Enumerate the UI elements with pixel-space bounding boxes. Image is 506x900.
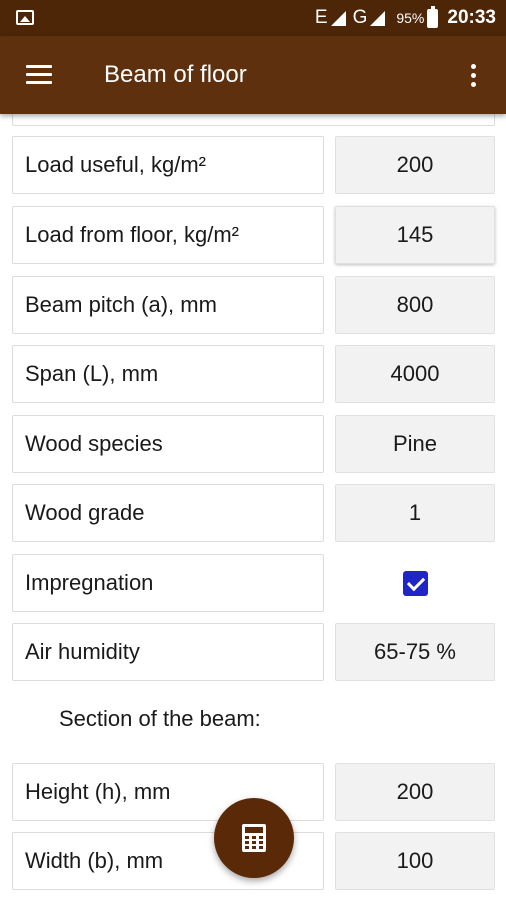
hamburger-menu-icon[interactable] [26, 65, 52, 85]
impregnation-label: Impregnation [12, 554, 324, 612]
gallery-notification-icon [16, 10, 34, 25]
network-type-2: G [352, 7, 368, 28]
battery-icon [427, 5, 439, 28]
calculator-icon [242, 824, 266, 852]
beam-pitch-value[interactable]: 800 [335, 276, 495, 334]
battery-percent: 95% [396, 10, 425, 26]
app-bar: Beam of floor [0, 36, 506, 114]
air-humidity-label: Air humidity [12, 623, 324, 681]
load-useful-value[interactable]: 200 [335, 136, 495, 194]
signal-icon [370, 10, 386, 26]
load-from-floor-value[interactable]: 145 [335, 206, 495, 264]
height-value[interactable]: 200 [335, 763, 495, 821]
wood-species-label: Wood species [12, 415, 324, 473]
width-value[interactable]: 100 [335, 832, 495, 890]
scrolled-row [12, 112, 495, 126]
wood-grade-label: Wood grade [12, 484, 324, 542]
wood-species-select[interactable]: Pine [335, 415, 495, 473]
signal-icon [330, 10, 346, 26]
span-value[interactable]: 4000 [335, 345, 495, 403]
wood-grade-select[interactable]: 1 [335, 484, 495, 542]
load-from-floor-label: Load from floor, kg/m² [12, 206, 324, 264]
clock: 20:33 [447, 7, 496, 28]
calculate-button[interactable] [214, 798, 294, 878]
network-type-1: E [314, 7, 328, 28]
status-bar: E G 95% 20:33 [0, 0, 506, 36]
page-title: Beam of floor [104, 61, 247, 88]
air-humidity-select[interactable]: 65-75 % [335, 623, 495, 681]
section-title: Section of the beam: [59, 706, 261, 731]
more-vert-icon[interactable] [462, 62, 486, 88]
impregnation-checkbox-wrap[interactable] [335, 554, 495, 612]
span-label: Span (L), mm [12, 345, 324, 403]
status-indicators: E G 95% 20:33 [315, 0, 496, 36]
load-useful-label: Load useful, kg/m² [12, 136, 324, 194]
impregnation-checkbox[interactable] [402, 570, 428, 596]
beam-pitch-label: Beam pitch (a), mm [12, 276, 324, 334]
